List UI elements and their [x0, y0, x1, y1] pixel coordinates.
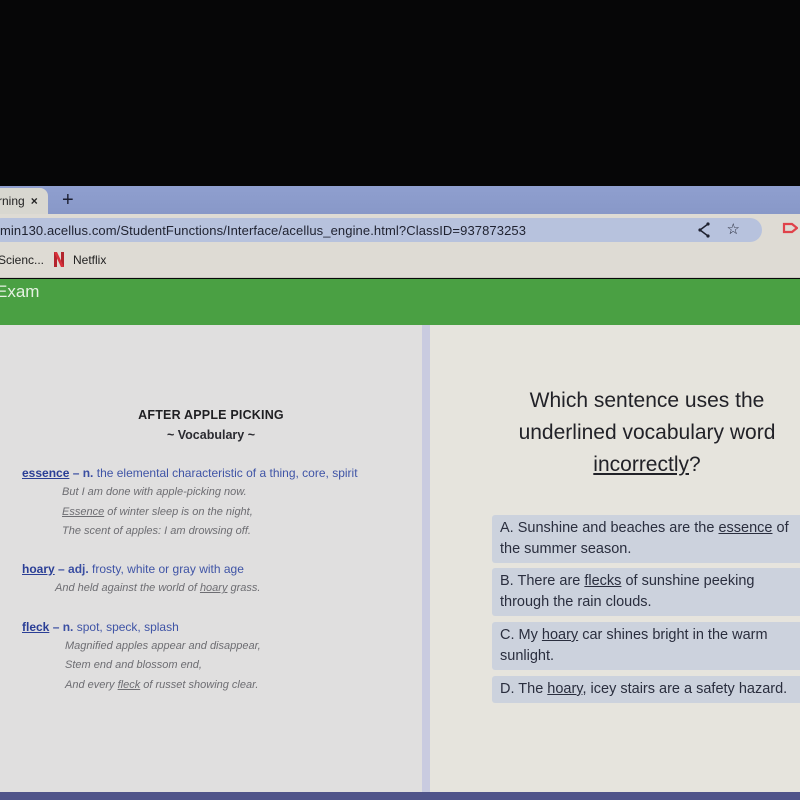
pane-divider[interactable] — [422, 325, 430, 792]
bottom-bar — [0, 792, 800, 800]
address-bar[interactable]: min130.acellus.com/StudentFunctions/Inte… — [0, 218, 762, 242]
share-icon[interactable] — [696, 221, 712, 239]
answer-choice-d[interactable]: D. The hoary, icey stairs are a safety h… — [492, 676, 800, 703]
vocab-dash: – — [69, 466, 83, 480]
vocab-entry-hoary: hoary – adj. frosty, white or gray with … — [22, 562, 244, 576]
exam-header: Exam — [0, 279, 800, 325]
question-pane: Which sentence uses the underlined vocab… — [430, 325, 800, 792]
poem-line: The scent of apples: I am drowsing off. — [62, 525, 251, 537]
exam-content: AFTER APPLE PICKING ~ Vocabulary ~ essen… — [0, 325, 800, 792]
vocab-entry-essence: essence – n. the elemental characteristi… — [22, 466, 358, 480]
bookmark-netflix[interactable]: Netflix — [73, 253, 106, 267]
question-text: Which sentence uses the underlined vocab… — [518, 389, 776, 476]
poem-line: But I am done with apple-picking now. — [62, 486, 247, 498]
answer-choice-a[interactable]: A. Sunshine and beaches are the essence … — [492, 515, 800, 563]
vocab-word: fleck — [22, 620, 50, 634]
bookmark-science[interactable]: Scienc... — [0, 253, 44, 267]
browser-tab[interactable]: rning × — [0, 188, 48, 214]
answer-choice-b[interactable]: B. There are flecks of sunshine peeking … — [492, 568, 800, 616]
tab-close-icon[interactable]: × — [31, 194, 38, 208]
vocab-pos: n. — [82, 466, 94, 480]
answer-choice-c[interactable]: C. My hoary car shines bright in the war… — [492, 622, 800, 670]
vocab-word: essence — [22, 466, 70, 480]
new-tab-button[interactable]: + — [62, 188, 74, 212]
star-icon[interactable]: ☆ — [727, 221, 740, 239]
url-text[interactable]: min130.acellus.com/StudentFunctions/Inte… — [0, 223, 526, 238]
passage-subtitle: ~ Vocabulary ~ — [166, 428, 255, 442]
vocab-pos: adj. — [68, 562, 89, 576]
poem-line: Stem end and blossom end, — [65, 659, 202, 671]
vocab-definition: the elemental characteristic of a thing,… — [96, 466, 358, 480]
vocab-definition: spot, speck, splash — [76, 620, 179, 634]
vocab-dash: – — [49, 620, 63, 634]
vocab-entry-fleck: fleck – n. spot, speck, splash — [22, 620, 179, 634]
poem-line: And held against the world of hoary gras… — [55, 582, 261, 594]
passage-title: AFTER APPLE PICKING — [138, 408, 284, 422]
tab-strip: rning × + — [0, 186, 800, 214]
screen-bezel — [0, 0, 800, 188]
bookmarks-bar: Scienc... Netflix — [0, 244, 800, 278]
page-title: Exam — [0, 282, 40, 301]
poem-line: And every fleck of russet showing clear. — [65, 679, 259, 691]
netflix-icon — [54, 252, 64, 267]
poem-line: Essence of winter sleep is on the night, — [62, 506, 253, 518]
vocab-pos: n. — [62, 620, 74, 634]
vocab-word: hoary — [22, 562, 55, 576]
browser-toolbar: min130.acellus.com/StudentFunctions/Inte… — [0, 214, 800, 244]
extension-icon[interactable] — [782, 220, 798, 236]
vocab-definition: frosty, white or gray with age — [92, 562, 244, 576]
poem-line: Magnified apples appear and disappear, — [65, 640, 261, 652]
passage-pane: AFTER APPLE PICKING ~ Vocabulary ~ essen… — [0, 325, 422, 792]
tab-title: rning — [0, 194, 25, 208]
vocab-dash: – — [54, 562, 69, 576]
